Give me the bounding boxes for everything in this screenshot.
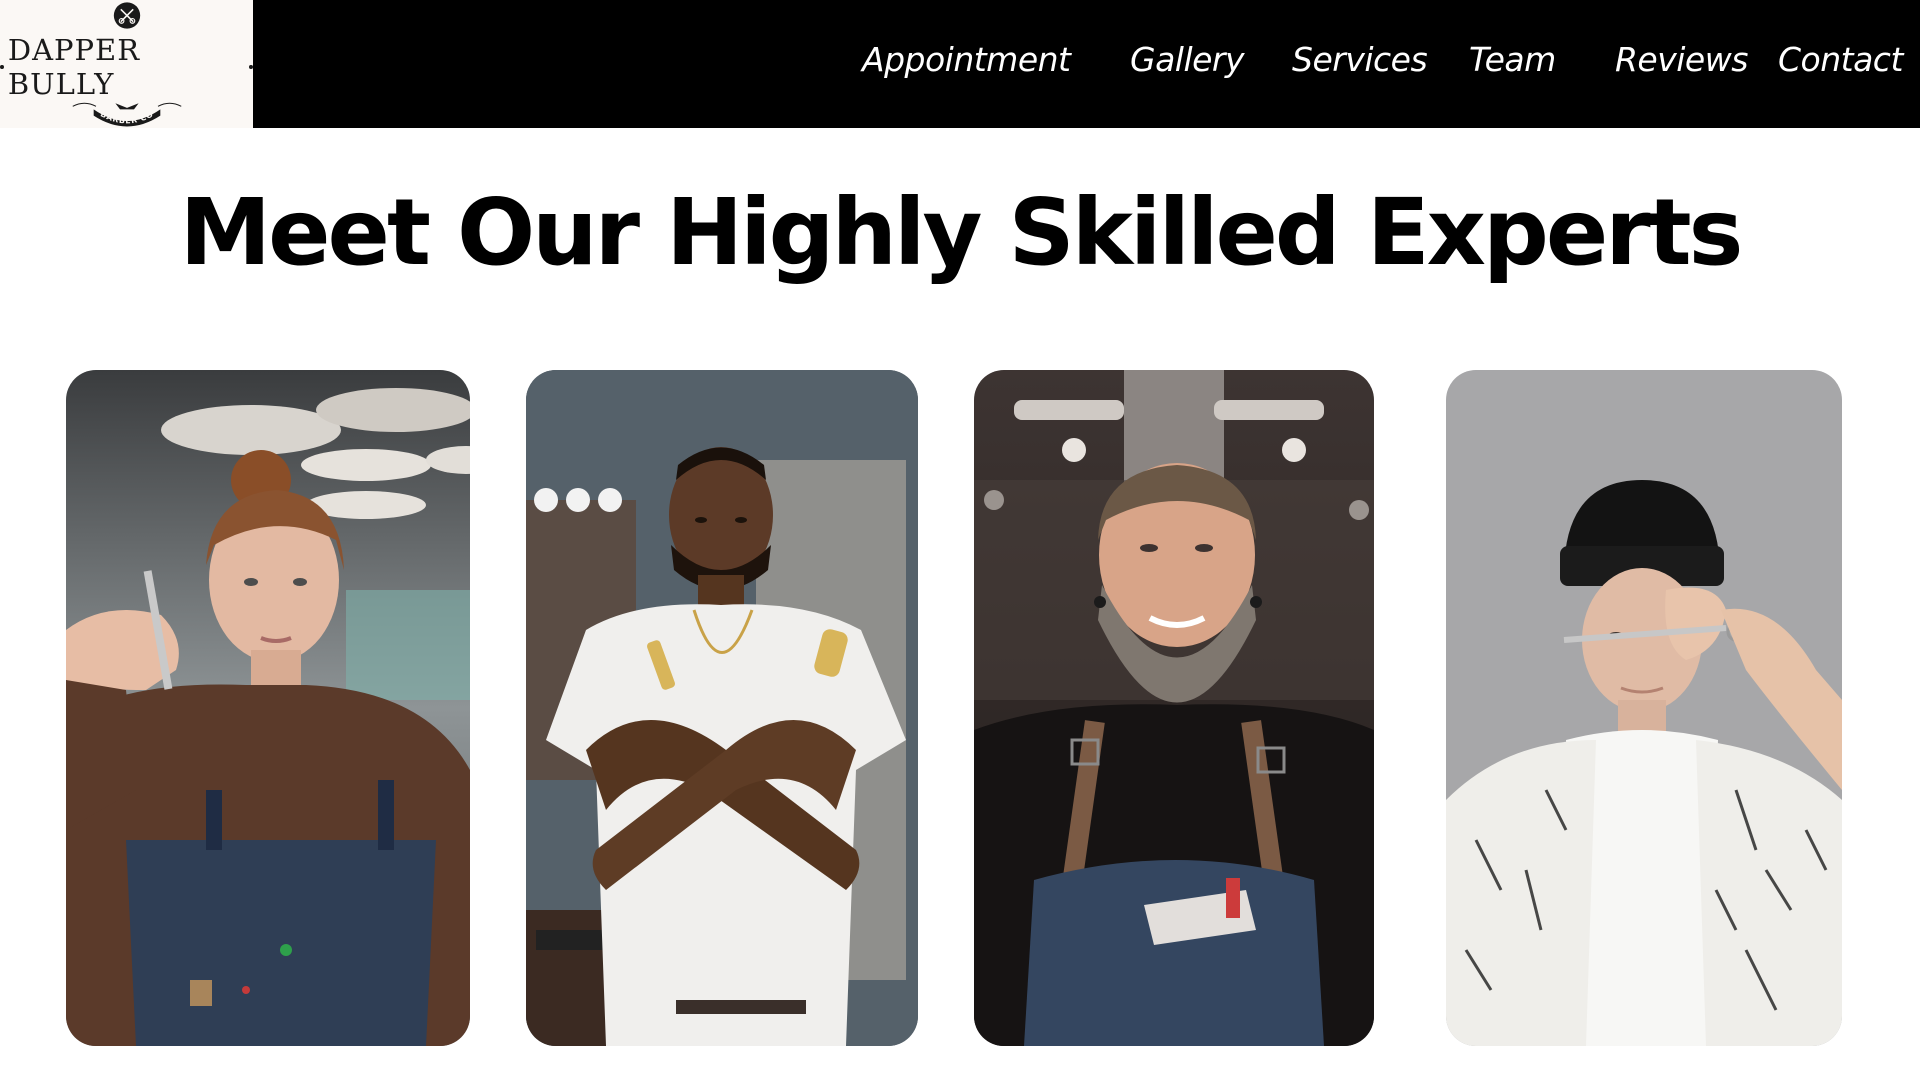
nav-appointment[interactable]: Appointment xyxy=(862,40,1071,79)
nav-gallery[interactable]: Gallery xyxy=(1130,40,1245,79)
brand-logo[interactable]: DAPPER BULLY BARBER CO xyxy=(0,0,253,128)
brand-name: DAPPER BULLY xyxy=(7,33,141,101)
brand-tagline-ribbon: BARBER CO xyxy=(72,102,181,127)
svg-text:BARBER CO: BARBER CO xyxy=(98,109,154,125)
team-member-card[interactable] xyxy=(1446,370,1842,1046)
nav-contact[interactable]: Contact xyxy=(1778,40,1903,79)
scissors-razor-emblem-icon xyxy=(113,2,140,29)
team-member-card[interactable] xyxy=(526,370,918,1046)
team-member-card[interactable] xyxy=(66,370,470,1046)
barber-man-with-clippers-photo xyxy=(526,370,918,1046)
nav-team[interactable]: Team xyxy=(1469,40,1556,79)
nav-services[interactable]: Services xyxy=(1292,40,1428,79)
barber-man-beanie-scissors-photo xyxy=(1446,370,1842,1046)
team-member-card[interactable] xyxy=(974,370,1374,1046)
brand-tagline: BARBER CO xyxy=(98,109,153,125)
barber-woman-with-scissors-photo xyxy=(66,370,470,1046)
nav-reviews[interactable]: Reviews xyxy=(1615,40,1748,79)
barber-bearded-man-apron-photo xyxy=(974,370,1374,1046)
team-section-title: Meet Our Highly Skilled Experts xyxy=(179,179,1744,286)
